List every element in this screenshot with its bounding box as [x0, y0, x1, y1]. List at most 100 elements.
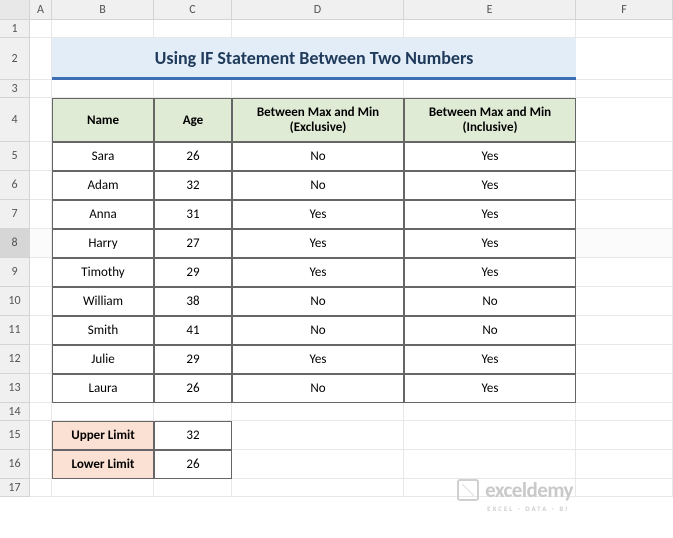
cell-d15[interactable] [232, 421, 404, 450]
cell-f1[interactable] [576, 20, 673, 38]
cell-name[interactable]: Smith [52, 316, 154, 345]
table-header-age[interactable]: Age [154, 98, 232, 142]
cell-a5[interactable] [30, 142, 52, 171]
row-header-5[interactable]: 5 [0, 142, 30, 171]
cell-exclusive[interactable]: No [232, 287, 404, 316]
row-header-16[interactable]: 16 [0, 450, 30, 479]
col-header-a[interactable]: A [30, 0, 52, 19]
table-header-exclusive[interactable]: Between Max and Min (Exclusive) [232, 98, 404, 142]
cell-name[interactable]: Anna [52, 200, 154, 229]
cell-f13[interactable] [576, 374, 673, 403]
cell-f8[interactable] [576, 229, 673, 258]
cell-inclusive[interactable]: Yes [404, 229, 576, 258]
cell-inclusive[interactable]: Yes [404, 258, 576, 287]
cell-f9[interactable] [576, 258, 673, 287]
cell-age[interactable]: 26 [154, 374, 232, 403]
row-header-9[interactable]: 9 [0, 258, 30, 287]
cell-f12[interactable] [576, 345, 673, 374]
upper-limit-label[interactable]: Upper Limit [52, 421, 154, 450]
cell-f5[interactable] [576, 142, 673, 171]
cell-exclusive[interactable]: Yes [232, 229, 404, 258]
table-header-name[interactable]: Name [52, 98, 154, 142]
table-header-inclusive[interactable]: Between Max and Min (Inclusive) [404, 98, 576, 142]
cell-name[interactable]: Sara [52, 142, 154, 171]
row-header-14[interactable]: 14 [0, 403, 30, 421]
cell-inclusive[interactable]: Yes [404, 142, 576, 171]
col-header-b[interactable]: B [52, 0, 154, 19]
cell-name[interactable]: William [52, 287, 154, 316]
cell-exclusive[interactable]: Yes [232, 200, 404, 229]
row-header-13[interactable]: 13 [0, 374, 30, 403]
cell-inclusive[interactable]: Yes [404, 171, 576, 200]
cell-exclusive[interactable]: Yes [232, 345, 404, 374]
cell-a10[interactable] [30, 287, 52, 316]
cell-b3[interactable] [52, 80, 154, 98]
row-header-4[interactable]: 4 [0, 98, 30, 142]
cell-e1[interactable] [404, 20, 576, 38]
cell-inclusive[interactable]: No [404, 287, 576, 316]
cell-e14[interactable] [404, 403, 576, 421]
cell-name[interactable]: Julie [52, 345, 154, 374]
cell-f3[interactable] [576, 80, 673, 98]
select-all-corner[interactable] [0, 0, 30, 19]
cell-f7[interactable] [576, 200, 673, 229]
cell-b14[interactable] [52, 403, 154, 421]
cell-f14[interactable] [576, 403, 673, 421]
upper-limit-value[interactable]: 32 [154, 421, 232, 450]
col-header-f[interactable]: F [576, 0, 673, 19]
row-header-17[interactable]: 17 [0, 479, 30, 497]
cell-c3[interactable] [154, 80, 232, 98]
cell-b17[interactable] [52, 479, 154, 497]
cell-age[interactable]: 31 [154, 200, 232, 229]
cell-d17[interactable] [232, 479, 404, 497]
cell-d3[interactable] [232, 80, 404, 98]
cell-name[interactable]: Adam [52, 171, 154, 200]
cell-f4[interactable] [576, 98, 673, 142]
cell-d14[interactable] [232, 403, 404, 421]
cell-f17[interactable] [576, 479, 673, 497]
row-header-1[interactable]: 1 [0, 20, 30, 38]
cell-age[interactable]: 29 [154, 345, 232, 374]
row-header-8[interactable]: 8 [0, 229, 30, 258]
cell-age[interactable]: 26 [154, 142, 232, 171]
cell-f10[interactable] [576, 287, 673, 316]
cell-f15[interactable] [576, 421, 673, 450]
row-header-15[interactable]: 15 [0, 421, 30, 450]
col-header-e[interactable]: E [404, 0, 576, 19]
cell-a9[interactable] [30, 258, 52, 287]
lower-limit-label[interactable]: Lower Limit [52, 450, 154, 479]
cell-exclusive[interactable]: No [232, 316, 404, 345]
cell-inclusive[interactable]: Yes [404, 374, 576, 403]
cell-name[interactable]: Harry [52, 229, 154, 258]
cell-c14[interactable] [154, 403, 232, 421]
cell-exclusive[interactable]: No [232, 142, 404, 171]
row-header-10[interactable]: 10 [0, 287, 30, 316]
cell-e16[interactable] [404, 450, 576, 479]
cell-a16[interactable] [30, 450, 52, 479]
cell-f11[interactable] [576, 316, 673, 345]
row-header-7[interactable]: 7 [0, 200, 30, 229]
col-header-d[interactable]: D [232, 0, 404, 19]
cell-c1[interactable] [154, 20, 232, 38]
cell-age[interactable]: 38 [154, 287, 232, 316]
cell-exclusive[interactable]: No [232, 171, 404, 200]
cell-a11[interactable] [30, 316, 52, 345]
cell-a14[interactable] [30, 403, 52, 421]
row-header-6[interactable]: 6 [0, 171, 30, 200]
cell-inclusive[interactable]: Yes [404, 200, 576, 229]
cell-exclusive[interactable]: Yes [232, 258, 404, 287]
cell-a6[interactable] [30, 171, 52, 200]
cell-a17[interactable] [30, 479, 52, 497]
cell-name[interactable]: Laura [52, 374, 154, 403]
col-header-c[interactable]: C [154, 0, 232, 19]
cell-e15[interactable] [404, 421, 576, 450]
cell-a7[interactable] [30, 200, 52, 229]
cell-e3[interactable] [404, 80, 576, 98]
cell-exclusive[interactable]: No [232, 374, 404, 403]
cell-f16[interactable] [576, 450, 673, 479]
cell-a3[interactable] [30, 80, 52, 98]
cell-d16[interactable] [232, 450, 404, 479]
cell-age[interactable]: 41 [154, 316, 232, 345]
cell-a8[interactable] [30, 229, 52, 258]
cell-a12[interactable] [30, 345, 52, 374]
